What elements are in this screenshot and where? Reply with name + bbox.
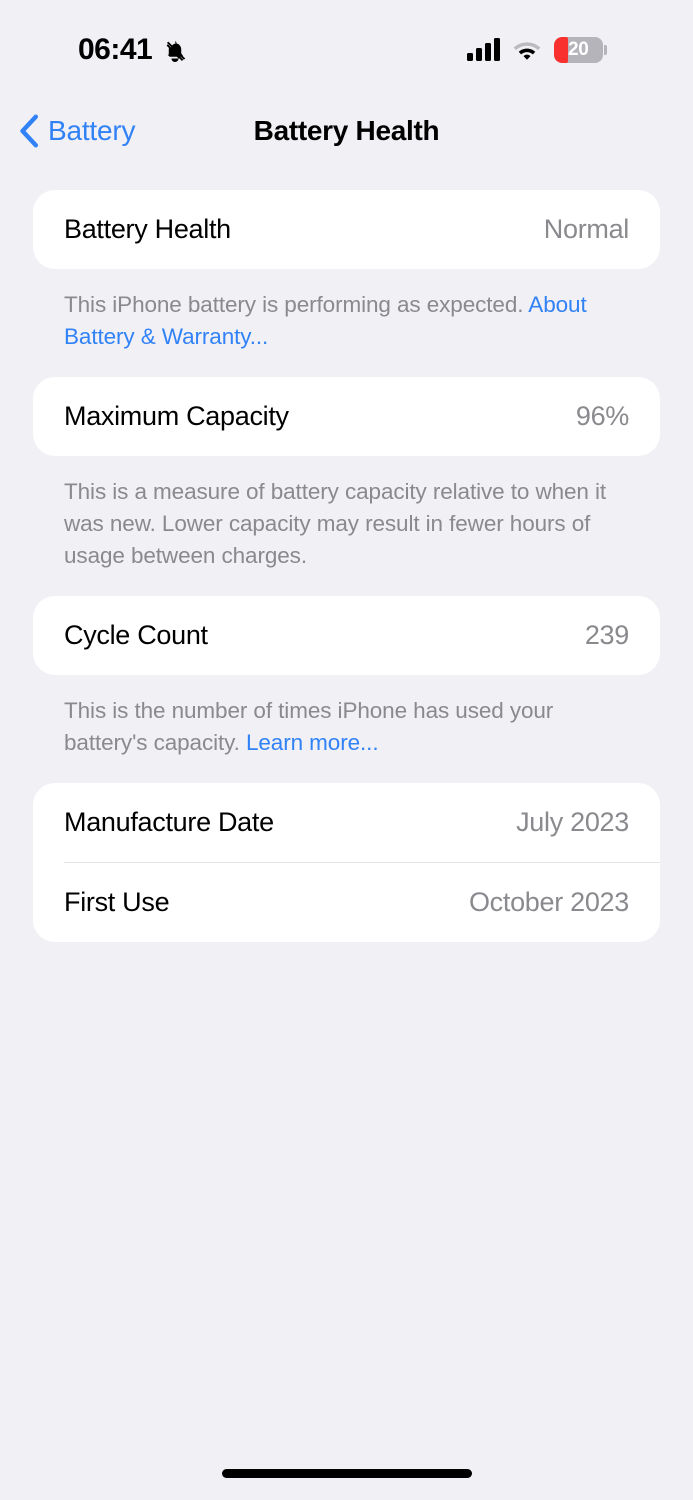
battery-dates-card: Manufacture Date July 2023 First Use Oct… (33, 783, 660, 942)
status-bar-left: 06:41 (78, 35, 188, 65)
spacer-top (33, 166, 660, 190)
learn-more-link[interactable]: Learn more... (246, 730, 379, 755)
row-value: Normal (543, 214, 630, 244)
row-manufacture-date[interactable]: Manufacture Date July 2023 (33, 783, 660, 862)
settings-content: Battery Health Normal This iPhone batter… (0, 166, 693, 942)
status-time: 06:41 (78, 33, 153, 66)
maximum-capacity-footnote: This is a measure of battery capacity re… (33, 456, 660, 572)
status-bar-right: 20 (467, 37, 607, 63)
footnote-text: This is a measure of battery capacity re… (64, 479, 607, 568)
back-button[interactable]: Battery (18, 114, 136, 148)
battery-health-footnote: This iPhone battery is performing as exp… (33, 269, 660, 353)
row-first-use[interactable]: First Use October 2023 (33, 863, 660, 942)
cycle-count-card: Cycle Count 239 (33, 596, 660, 675)
row-label: Maximum Capacity (64, 401, 289, 431)
battery-icon: 20 (554, 37, 607, 63)
battery-health-card: Battery Health Normal (33, 190, 660, 269)
row-value: 239 (584, 620, 629, 650)
row-value: 96% (575, 401, 629, 431)
row-battery-health[interactable]: Battery Health Normal (33, 190, 660, 269)
back-button-label: Battery (48, 115, 136, 146)
home-indicator-area (0, 1469, 693, 1478)
navigation-bar: Battery Battery Health (0, 96, 693, 166)
chevron-left-icon (18, 114, 40, 148)
signal-bars-icon (467, 38, 500, 61)
status-bar: 06:41 20 (0, 0, 693, 96)
footnote-text: This iPhone battery is performing as exp… (64, 292, 529, 317)
row-label: Battery Health (64, 214, 231, 244)
battery-level-text: 20 (568, 39, 589, 60)
bell-slash-icon (162, 36, 188, 65)
battery-body: 20 (554, 37, 603, 63)
row-label: First Use (64, 887, 170, 917)
maximum-capacity-card: Maximum Capacity 96% (33, 377, 660, 456)
row-value: October 2023 (468, 887, 629, 917)
row-label: Manufacture Date (64, 807, 274, 837)
battery-cap (604, 45, 607, 55)
home-indicator[interactable] (221, 1469, 472, 1478)
row-cycle-count[interactable]: Cycle Count 239 (33, 596, 660, 675)
wifi-icon (512, 39, 542, 61)
row-maximum-capacity[interactable]: Maximum Capacity 96% (33, 377, 660, 456)
cycle-count-footnote: This is the number of times iPhone has u… (33, 675, 660, 759)
row-label: Cycle Count (64, 620, 208, 650)
row-value: July 2023 (516, 807, 629, 837)
